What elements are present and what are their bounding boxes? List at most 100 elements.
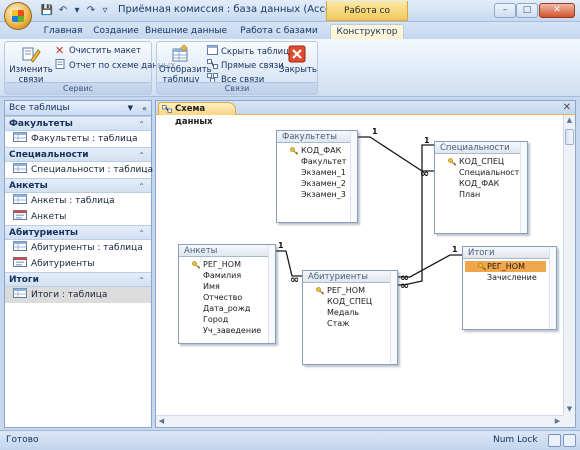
- table-field[interactable]: КОД_СПЕЦ: [303, 296, 397, 307]
- tab-create[interactable]: Создание: [88, 24, 144, 39]
- table-field[interactable]: КОД_ФАК: [277, 145, 357, 156]
- table-field[interactable]: РЕГ_НОМ: [303, 285, 397, 296]
- nav-group-header[interactable]: Факультеты ⌃: [5, 116, 151, 131]
- direct-relationships-icon: [207, 59, 218, 69]
- field-name: РЕГ_НОМ: [487, 262, 525, 271]
- collapse-chevron-icon[interactable]: ⌃: [138, 148, 145, 163]
- tab-home[interactable]: Главная: [38, 24, 88, 39]
- collapse-chevron-icon[interactable]: ⌃: [138, 179, 145, 194]
- tab-database-tools[interactable]: Работа с базами данных: [228, 24, 330, 51]
- table-field[interactable]: Отчество: [179, 292, 275, 303]
- table-box-title[interactable]: Итоги: [463, 247, 556, 259]
- direct-relationships-button[interactable]: Прямые связи: [207, 59, 284, 72]
- scroll-up-icon[interactable]: ▲: [564, 115, 575, 126]
- customize-qat-icon[interactable]: ▿: [98, 4, 112, 17]
- table-field[interactable]: Зачисление: [463, 272, 556, 283]
- nav-group-header[interactable]: Анкеты ⌃: [5, 178, 151, 193]
- sql-view-icon[interactable]: [563, 434, 576, 447]
- show-table-icon: [172, 44, 188, 62]
- table-box-specialties[interactable]: Специальности КОД_СПЕЦ Специальность КОД_ФА…: [434, 141, 528, 234]
- table-field[interactable]: Дата_рожд: [179, 303, 275, 314]
- scroll-corner: [563, 415, 575, 427]
- table-field[interactable]: Имя: [179, 281, 275, 292]
- table-field[interactable]: Экзамен_3: [277, 189, 357, 200]
- table-field[interactable]: План: [435, 189, 527, 200]
- tab-design[interactable]: Конструктор: [330, 24, 404, 39]
- clear-layout-button[interactable]: ✕ Очистить макет: [55, 45, 141, 58]
- minimize-button[interactable]: –: [494, 3, 516, 18]
- scroll-right-icon[interactable]: ▶: [552, 416, 563, 427]
- table-field[interactable]: Специальность: [435, 167, 527, 178]
- table-box-title[interactable]: Специальности: [435, 142, 527, 154]
- table-field[interactable]: Медаль: [303, 307, 397, 318]
- table-field[interactable]: Факультет: [277, 156, 357, 167]
- table-field[interactable]: Фамилия: [179, 270, 275, 281]
- field-name: Город: [203, 315, 229, 324]
- nav-group-header[interactable]: Специальности ⌃: [5, 147, 151, 162]
- shutter-bar-close-icon[interactable]: «: [142, 101, 147, 116]
- relationships-document: Схема данных ✕ 1 ∞ 1 ∞ 1 ∞ 1 ∞ Факультеты КОД_ФА…: [155, 100, 576, 428]
- edit-relationships-button[interactable]: Изменить связи: [9, 44, 53, 85]
- table-field[interactable]: Город: [179, 314, 275, 325]
- nav-item[interactable]: Абитуриенты : таблица: [5, 240, 151, 256]
- nav-item[interactable]: Специальности : таблица: [5, 162, 153, 178]
- table-box-results[interactable]: Итоги РЕГ_НОМ Зачисление: [462, 246, 557, 330]
- table-field[interactable]: Экзамен_1: [277, 167, 357, 178]
- vertical-scroll-thumb[interactable]: [565, 129, 574, 145]
- table-box-title[interactable]: Факультеты: [277, 131, 357, 143]
- table-box-title[interactable]: Абитуриенты: [303, 271, 397, 283]
- nav-group-header[interactable]: Абитуриенты ⌃: [5, 225, 151, 240]
- table-box-questionnaires[interactable]: Анкеты РЕГ_НОМ Фамилия Имя Отчество Дата_рожд…: [178, 244, 276, 344]
- nav-item[interactable]: Абитуриенты: [5, 256, 151, 272]
- nav-group-header[interactable]: Итоги ⌃: [5, 272, 151, 287]
- table-field[interactable]: Стаж: [303, 318, 397, 329]
- nav-pane-header[interactable]: Все таблицы ▼ «: [5, 101, 151, 116]
- table-field[interactable]: Уч_заведение: [179, 325, 275, 336]
- table-box-scrollbar[interactable]: [520, 142, 527, 233]
- collapse-chevron-icon[interactable]: ⌃: [138, 117, 145, 132]
- table-box-scrollbar[interactable]: [549, 247, 556, 329]
- close-relationships-button[interactable]: Закрыть: [279, 44, 317, 75]
- table-box-applicants[interactable]: Абитуриенты РЕГ_НОМ КОД_СПЕЦ Медаль Стаж: [302, 270, 398, 365]
- relationship-line: [398, 144, 434, 286]
- table-field[interactable]: КОД_ФАК: [435, 178, 527, 189]
- scroll-down-icon[interactable]: ▼: [564, 404, 575, 415]
- vertical-scrollbar[interactable]: ▲ ▼: [563, 115, 575, 415]
- table-box-title[interactable]: Анкеты: [179, 245, 275, 257]
- nav-item[interactable]: Факультеты : таблица: [5, 131, 151, 147]
- table-field[interactable]: КОД_СПЕЦ: [435, 156, 527, 167]
- collapse-chevron-icon[interactable]: ⌃: [138, 273, 145, 288]
- table-field[interactable]: РЕГ_НОМ: [179, 259, 275, 270]
- collapse-chevron-icon[interactable]: ⌃: [138, 226, 145, 241]
- undo-icon[interactable]: ↶: [56, 4, 70, 17]
- horizontal-scrollbar[interactable]: ◀ ▶: [156, 415, 563, 427]
- field-name: Медаль: [327, 308, 360, 317]
- show-table-button[interactable]: Отобразить таблицу: [159, 44, 212, 85]
- relationship-many-label: ∞: [290, 273, 299, 286]
- save-icon[interactable]: 💾: [40, 4, 54, 17]
- table-box-scrollbar[interactable]: [350, 131, 357, 222]
- nav-item[interactable]: Итоги : таблица: [5, 287, 151, 303]
- field-name: План: [459, 190, 481, 199]
- group-relationships: Отобразить таблицу Скрыть таблицу Прямые…: [156, 41, 318, 95]
- redo-icon[interactable]: ↷: [84, 4, 98, 17]
- nav-item[interactable]: Анкеты: [5, 209, 151, 225]
- scroll-left-icon[interactable]: ◀: [156, 416, 167, 427]
- office-button[interactable]: [4, 2, 32, 30]
- table-box-scrollbar[interactable]: [390, 271, 397, 364]
- nav-dropdown-icon[interactable]: ▼: [128, 101, 133, 116]
- table-field[interactable]: РЕГ_НОМ: [465, 261, 546, 272]
- maximize-button[interactable]: □: [516, 3, 538, 18]
- nav-item[interactable]: Анкеты : таблица: [5, 193, 151, 209]
- nav-item-label: Анкеты : таблица: [31, 196, 115, 206]
- dropdown-arrow-icon[interactable]: ▾: [70, 4, 84, 17]
- field-name: Специальность: [459, 168, 525, 177]
- layout-view-icon[interactable]: [548, 434, 561, 447]
- table-icon: [13, 241, 27, 251]
- table-box-faculties[interactable]: Факультеты КОД_ФАК Факультет Экзамен_1 Экзам…: [276, 130, 358, 223]
- table-box-scrollbar[interactable]: [268, 245, 275, 343]
- table-field[interactable]: Экзамен_2: [277, 178, 357, 189]
- tab-external-data[interactable]: Внешние данные: [144, 24, 228, 39]
- nav-item-label: Анкеты: [31, 212, 67, 222]
- close-button[interactable]: ✕: [539, 3, 575, 18]
